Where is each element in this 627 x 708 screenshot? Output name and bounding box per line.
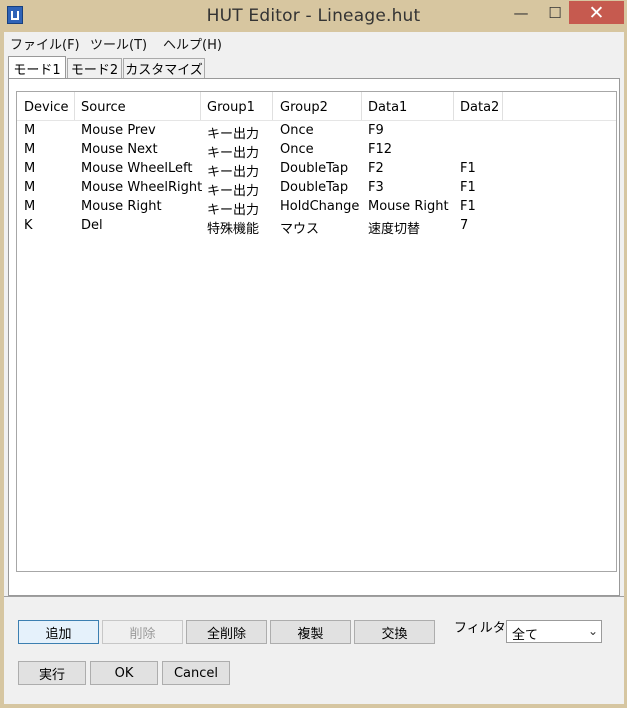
column-source[interactable]: Source: [81, 100, 126, 115]
cell-device: M: [24, 180, 36, 195]
cell-data1: F2: [368, 161, 384, 176]
tab-mode2-label: モード2: [70, 63, 119, 78]
cell-data2: F1: [460, 180, 476, 195]
title-bar[interactable]: HUT Editor - Lineage.hut — ☐ ✕: [0, 0, 627, 32]
cell-device: M: [24, 161, 36, 176]
column-data1[interactable]: Data1: [368, 100, 407, 115]
tab-mode2[interactable]: モード2: [67, 58, 122, 78]
menu-bar: ファイル(F) ツール(T) ヘルプ(H): [4, 32, 624, 53]
cell-source: Mouse WheelRight: [81, 180, 203, 195]
maximize-button[interactable]: ☐: [542, 1, 568, 24]
minimize-button[interactable]: —: [508, 1, 534, 24]
cancel-button[interactable]: Cancel: [162, 661, 230, 685]
tab-mode1-label: モード1: [13, 62, 61, 78]
menu-help[interactable]: ヘルプ(H): [163, 34, 222, 53]
close-button[interactable]: ✕: [569, 1, 624, 24]
table-row[interactable]: M Mouse WheelLeft キー出力 DoubleTap F2 F1: [17, 159, 616, 180]
menu-tools[interactable]: ツール(T): [90, 34, 147, 53]
cell-group2: Once: [280, 123, 314, 138]
cell-group2: DoubleTap: [280, 180, 349, 195]
tab-customize-label: カスタマイズ: [125, 63, 203, 78]
table-row[interactable]: M Mouse Prev キー出力 Once F9: [17, 121, 616, 142]
table-row[interactable]: M Mouse Next キー出力 Once F12: [17, 140, 616, 161]
cell-source: Del: [81, 218, 103, 233]
cell-group2: マウス: [280, 222, 320, 237]
cell-data1: F9: [368, 123, 384, 138]
cell-data1: 速度切替: [368, 222, 421, 237]
filter-select[interactable]: 全て ⌄: [506, 620, 602, 643]
cell-device: K: [24, 218, 33, 233]
swap-button[interactable]: 交換: [354, 620, 435, 644]
table-row[interactable]: K Del 特殊機能 マウス 速度切替 7: [17, 216, 616, 237]
app-window: HUT Editor - Lineage.hut — ☐ ✕ ファイル(F) ツ…: [0, 0, 627, 708]
mode-tabs: モード1 モード2 カスタマイズ: [8, 56, 620, 79]
divider: [4, 596, 624, 597]
duplicate-button[interactable]: 複製: [270, 620, 351, 644]
cell-data1: F12: [368, 142, 393, 157]
cell-device: M: [24, 199, 36, 214]
cell-group1: 特殊機能: [207, 222, 260, 237]
cell-data2: F1: [460, 161, 476, 176]
filter-selected-value: 全て: [512, 628, 539, 643]
minimize-icon: —: [513, 3, 529, 22]
maximize-icon: ☐: [548, 3, 562, 22]
cell-data1: F3: [368, 180, 384, 195]
tab-mode1[interactable]: モード1: [8, 56, 66, 79]
cell-source: Mouse Next: [81, 142, 158, 157]
cell-device: M: [24, 123, 36, 138]
column-group2[interactable]: Group2: [280, 100, 328, 115]
table-row[interactable]: M Mouse WheelRight キー出力 DoubleTap F3 F1: [17, 178, 616, 199]
add-button[interactable]: 追加: [18, 620, 99, 644]
list-header: Device Source Group1 Group2 Data1 Data2: [17, 92, 616, 121]
column-group1[interactable]: Group1: [207, 100, 255, 115]
cell-data1: Mouse Right: [368, 199, 449, 214]
cell-device: M: [24, 142, 36, 157]
tab-customize[interactable]: カスタマイズ: [123, 58, 205, 78]
cell-group2: Once: [280, 142, 314, 157]
cell-group2: HoldChange: [280, 199, 360, 214]
client-area: ファイル(F) ツール(T) ヘルプ(H) モード1 モード2 カスタマイズ D…: [4, 32, 624, 704]
cell-source: Mouse Prev: [81, 123, 156, 138]
cell-source: Mouse WheelLeft: [81, 161, 193, 176]
table-row[interactable]: M Mouse Right キー出力 HoldChange Mouse Righ…: [17, 197, 616, 218]
cell-group2: DoubleTap: [280, 161, 349, 176]
cell-data2: 7: [460, 218, 469, 233]
run-button[interactable]: 実行: [18, 661, 86, 685]
cell-data2: F1: [460, 199, 476, 214]
delete-button[interactable]: 削除: [102, 620, 183, 644]
column-device[interactable]: Device: [24, 100, 68, 115]
column-data2[interactable]: Data2: [460, 100, 499, 115]
chevron-down-icon: ⌄: [587, 624, 598, 638]
close-icon: ✕: [588, 1, 605, 24]
cell-source: Mouse Right: [81, 199, 162, 214]
mapping-list[interactable]: Device Source Group1 Group2 Data1 Data2 …: [16, 91, 617, 572]
delete-all-button[interactable]: 全削除: [186, 620, 267, 644]
filter-label: フィルタ: [454, 621, 506, 636]
ok-button[interactable]: OK: [90, 661, 158, 685]
menu-file[interactable]: ファイル(F): [10, 34, 80, 53]
